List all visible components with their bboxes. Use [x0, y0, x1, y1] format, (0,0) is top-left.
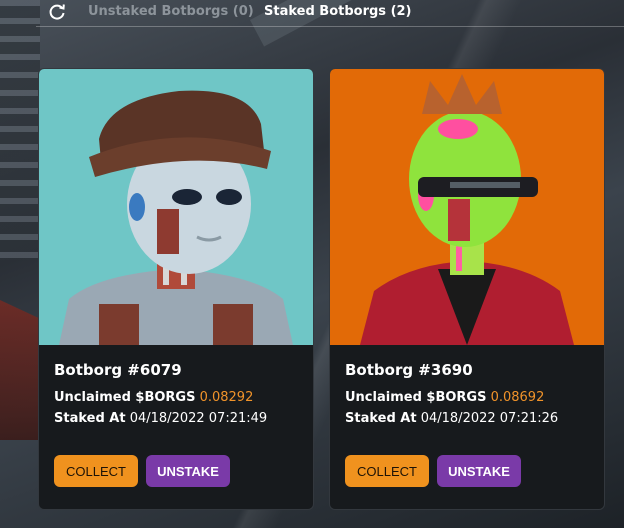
botborg-card: Botborg #3690 Unclaimed $BORGS 0.08692 S… — [329, 68, 605, 510]
unclaimed-value: 0.08692 — [490, 390, 545, 405]
staked-at-value: 04/18/2022 07:21:26 — [420, 411, 559, 426]
tab-bar: Unstaked Botborgs (0) Staked Botborgs (2… — [36, 0, 624, 27]
botborg-card: Botborg #6079 Unclaimed $BORGS 0.08292 S… — [38, 68, 314, 510]
refresh-icon — [49, 4, 65, 20]
staked-at-row: Staked At 04/18/2022 07:21:49 — [54, 411, 303, 426]
staked-at-label: Staked At — [54, 411, 126, 426]
staked-at-value: 04/18/2022 07:21:49 — [129, 411, 268, 426]
botborg-name: Botborg #3690 — [345, 361, 473, 379]
unclaimed-row: Unclaimed $BORGS 0.08692 — [345, 390, 594, 405]
collect-button[interactable]: COLLECT — [54, 455, 138, 487]
unclaimed-label: Unclaimed $BORGS — [345, 390, 487, 405]
unstake-button[interactable]: UNSTAKE — [146, 455, 230, 487]
botborg-name: Botborg #6079 — [54, 361, 182, 379]
refresh-button[interactable] — [46, 1, 68, 23]
staked-at-label: Staked At — [345, 411, 417, 426]
unstake-button[interactable]: UNSTAKE — [437, 455, 521, 487]
unclaimed-value: 0.08292 — [199, 390, 254, 405]
background-structure — [0, 0, 40, 260]
tab-staked[interactable]: Staked Botborgs (2) — [264, 4, 412, 19]
unclaimed-row: Unclaimed $BORGS 0.08292 — [54, 390, 303, 405]
collect-button[interactable]: COLLECT — [345, 455, 429, 487]
botborg-image — [39, 69, 313, 345]
tab-unstaked[interactable]: Unstaked Botborgs (0) — [88, 4, 254, 19]
unclaimed-label: Unclaimed $BORGS — [54, 390, 196, 405]
botborg-image — [330, 69, 604, 345]
staked-at-row: Staked At 04/18/2022 07:21:26 — [345, 411, 594, 426]
